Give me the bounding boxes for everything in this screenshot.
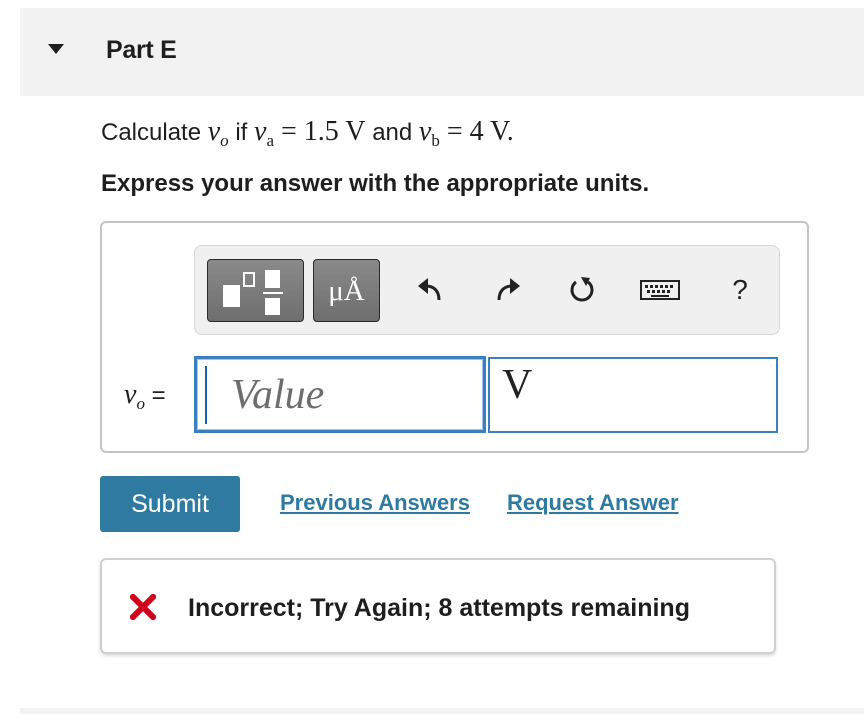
keyboard-icon[interactable] <box>640 272 680 308</box>
if-word: if <box>235 119 248 146</box>
incorrect-x-icon <box>130 594 156 620</box>
question-text: Calculate vo if va = 1.5 V and vb = 4 V. <box>101 116 514 150</box>
math-toolbar: μÅ ? <box>194 245 780 335</box>
previous-answers-link[interactable]: Previous Answers <box>280 490 470 516</box>
vb-expression: vb = 4 V. <box>418 116 514 150</box>
feedback-box: Incorrect; Try Again; 8 attempts remaini… <box>100 558 776 654</box>
redo-icon[interactable] <box>491 272 525 308</box>
reset-icon[interactable] <box>565 272 599 308</box>
value-input[interactable] <box>194 356 486 433</box>
templates-button[interactable] <box>207 259 304 322</box>
question-prefix: Calculate <box>101 119 202 146</box>
feedback-message: Incorrect; Try Again; 8 attempts remaini… <box>188 594 690 622</box>
collapse-caret-icon[interactable] <box>48 44 64 54</box>
and-word: and <box>372 119 413 146</box>
part-title: Part E <box>106 36 177 64</box>
text-cursor <box>205 366 207 424</box>
units-button[interactable]: μÅ <box>313 259 380 322</box>
answer-box: μÅ ? vo = V <box>100 221 809 453</box>
target-variable: vo <box>207 116 229 150</box>
answer-instruction: Express your answer with the appropriate… <box>101 170 650 197</box>
undo-icon[interactable] <box>413 272 447 308</box>
templates-icon <box>223 270 283 315</box>
request-answer-link[interactable]: Request Answer <box>507 490 679 516</box>
answer-variable-label: vo = <box>124 379 166 413</box>
next-part-header <box>20 708 864 714</box>
va-expression: va = 1.5 V <box>254 116 366 150</box>
unit-input[interactable]: V <box>488 357 778 433</box>
help-icon[interactable]: ? <box>723 272 757 308</box>
submit-button[interactable]: Submit <box>100 476 240 532</box>
